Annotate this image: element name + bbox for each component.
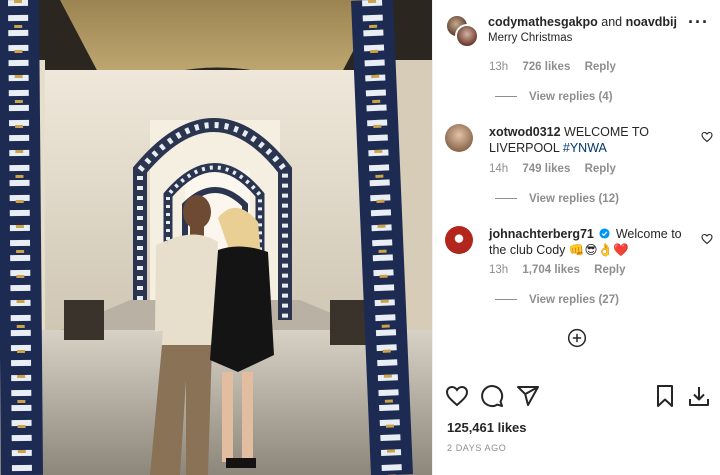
view-replies-button[interactable]: View replies (12) <box>495 193 619 205</box>
comment-time: 13h <box>489 61 509 73</box>
collab-avatars[interactable] <box>445 14 479 48</box>
verified-badge-icon <box>599 228 610 239</box>
post-authors: codymathesgakpo and noavdbij <box>488 15 677 29</box>
comment-body: johnachterberg71 Welcome to the club Cod… <box>489 226 689 258</box>
comment-time: 13h <box>489 264 509 276</box>
post-photo[interactable] <box>0 0 432 475</box>
view-replies-label: View replies (4) <box>529 91 613 103</box>
reply-button[interactable]: Reply <box>594 264 625 276</box>
heart-icon[interactable] <box>701 131 713 143</box>
more-options-icon[interactable]: ··· <box>688 13 709 31</box>
bookmark-icon[interactable] <box>653 384 677 408</box>
divider-line <box>495 299 517 301</box>
divider-line <box>495 198 517 200</box>
author-joiner: and <box>601 15 623 29</box>
comment-meta: 13h 1,704 likes Reply <box>489 264 636 276</box>
reply-button[interactable]: Reply <box>585 163 616 175</box>
comment-meta: 13h 726 likes Reply <box>489 61 627 73</box>
post-date: 2 DAYS AGO <box>447 443 507 453</box>
action-bar <box>445 384 715 410</box>
hashtag-link[interactable]: #YNWA <box>563 141 607 155</box>
comment-username[interactable]: xotwod0312 <box>489 125 561 139</box>
avatar[interactable] <box>445 226 473 254</box>
post-caption: Merry Christmas <box>488 32 573 44</box>
avatar[interactable] <box>455 24 479 48</box>
comment-item: xotwod0312 WELCOME TO LIVERPOOL #YNWA <box>445 124 715 184</box>
download-icon[interactable] <box>687 384 711 408</box>
comment-body: xotwod0312 WELCOME TO LIVERPOOL #YNWA <box>489 124 689 156</box>
comment-username[interactable]: johnachterberg71 <box>489 227 594 241</box>
view-replies-button[interactable]: View replies (4) <box>495 91 613 103</box>
author-username-2[interactable]: noavdbij <box>626 15 677 29</box>
post-header: codymathesgakpo and noavdbij Merry Chris… <box>445 12 715 48</box>
avatar[interactable] <box>445 124 473 152</box>
comment-meta: 14h 749 likes Reply <box>489 163 627 175</box>
divider-line <box>495 96 517 98</box>
author-username-1[interactable]: codymathesgakpo <box>488 15 598 29</box>
comment-likes[interactable]: 749 likes <box>522 163 570 175</box>
comment-likes[interactable]: 726 likes <box>522 61 570 73</box>
reply-button[interactable]: Reply <box>585 61 616 73</box>
add-circle-icon[interactable] <box>567 328 587 348</box>
comment-likes[interactable]: 1,704 likes <box>522 264 580 276</box>
heart-icon[interactable] <box>701 233 713 245</box>
share-icon[interactable] <box>516 384 540 408</box>
view-replies-button[interactable]: View replies (27) <box>495 294 619 306</box>
view-replies-label: View replies (12) <box>529 193 619 205</box>
post-likes-count[interactable]: 125,461 likes <box>447 420 527 435</box>
comments-panel: codymathesgakpo and noavdbij Merry Chris… <box>432 0 720 475</box>
comment-icon[interactable] <box>480 384 504 408</box>
comment-item: johnachterberg71 Welcome to the club Cod… <box>445 226 715 286</box>
heart-icon[interactable] <box>445 384 469 408</box>
comment-time: 14h <box>489 163 509 175</box>
view-replies-label: View replies (27) <box>529 294 619 306</box>
